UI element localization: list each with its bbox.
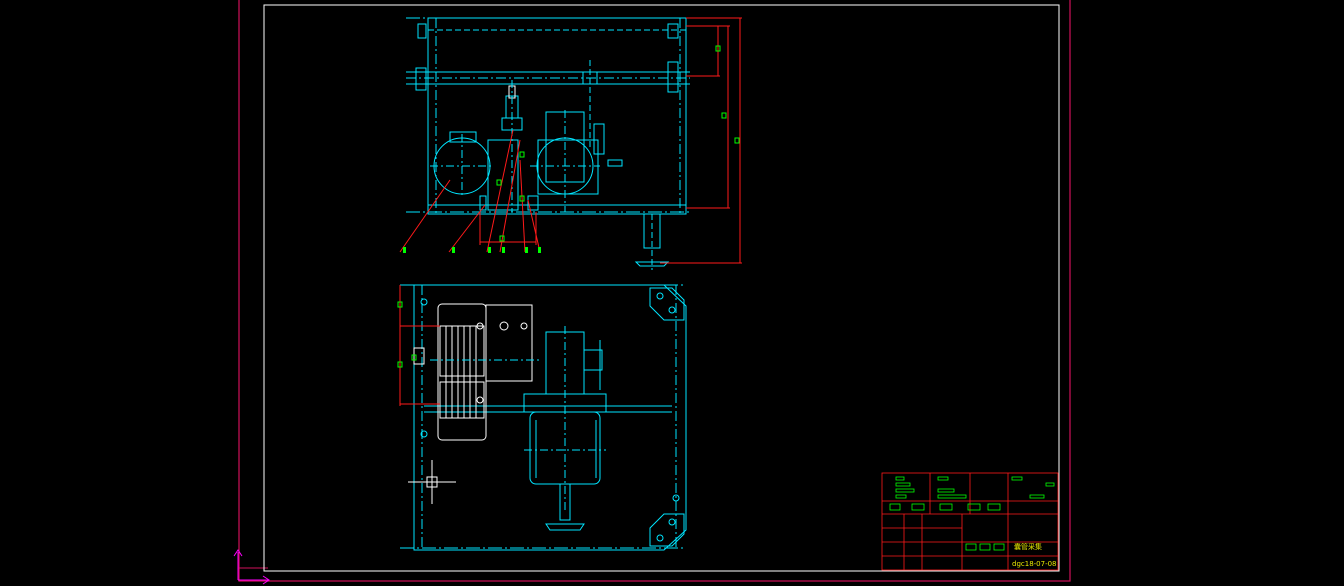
top-view	[400, 284, 687, 551]
title-block-fills	[889, 476, 1055, 551]
front-view	[406, 17, 700, 270]
cad-drawing-canvas[interactable]: 囊管采集 dgc18-07-08	[0, 0, 1344, 586]
title-block-title: 囊管采集	[1014, 542, 1042, 551]
title-block	[881, 472, 1059, 571]
leader-number-marks	[403, 247, 541, 253]
sheet-borders	[238, 0, 1071, 582]
top-view-dimensions	[399, 285, 440, 406]
title-block-drawing-number: dgc18-07-08	[1012, 560, 1057, 568]
top-view-markers	[397, 301, 417, 368]
